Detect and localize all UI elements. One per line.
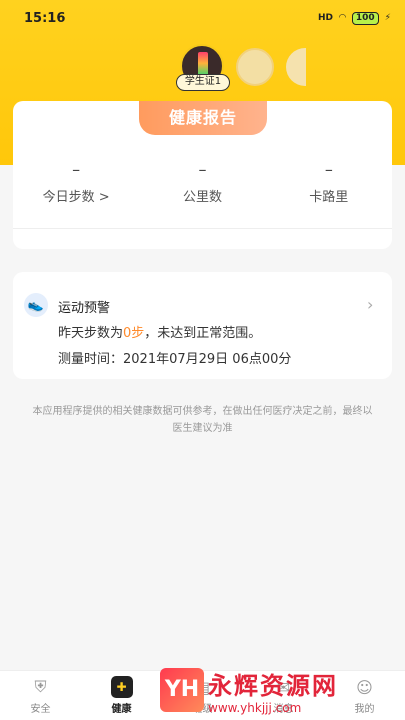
steps-value: – bbox=[72, 160, 81, 179]
metric-values: – – – bbox=[13, 160, 392, 179]
shield-icon: ⛨ bbox=[34, 677, 47, 696]
battery-icon: 100 bbox=[351, 11, 379, 25]
shoe-icon: 👟 bbox=[24, 293, 48, 317]
health-report-title: 健康报告 bbox=[139, 101, 267, 135]
signal-icon: HD bbox=[317, 13, 333, 23]
step-count-highlight: 0步 bbox=[123, 326, 145, 341]
nav-item-class[interactable]: ▤ 班级 bbox=[162, 676, 243, 716]
alert-message-prefix: 昨天步数为 bbox=[58, 326, 124, 341]
profile-icon: ☺ bbox=[356, 677, 373, 697]
status-icons: HD ◠ 100 ⚡ bbox=[317, 11, 391, 25]
calorie-value: – bbox=[324, 160, 333, 179]
chevron-right-icon[interactable]: › bbox=[367, 295, 373, 314]
bottom-nav: ⛨ 安全 ✚ 健康 ▤ 班级 ✉ 消息 ☺ 我的 bbox=[0, 670, 405, 720]
km-label: 公里数 bbox=[182, 190, 222, 205]
calorie-label: 卡路里 bbox=[309, 190, 349, 205]
divider bbox=[13, 228, 392, 229]
km-value: – bbox=[198, 160, 207, 179]
nav-label: 班级 bbox=[192, 704, 213, 715]
nav-label: 消息 bbox=[273, 704, 294, 715]
nav-label: 健康 bbox=[111, 704, 132, 715]
metric-labels: 今日步数 > 公里数 卡路里 bbox=[13, 186, 392, 205]
alert-message-suffix: ，未达到正常范围。 bbox=[144, 326, 262, 341]
status-bar: 15:16 HD ◠ 100 ⚡ bbox=[0, 0, 405, 36]
profile-switcher: 学生证1 bbox=[0, 44, 405, 94]
nav-label: 我的 bbox=[354, 704, 375, 715]
measure-time: 测量时间：2021年07月29日 06点00分 bbox=[58, 352, 292, 367]
alert-title: 运动预警 bbox=[58, 301, 111, 316]
steps-label[interactable]: 今日步数 > bbox=[26, 186, 126, 205]
avatar-tertiary[interactable] bbox=[286, 48, 306, 86]
class-icon: ▤ bbox=[194, 677, 211, 697]
wifi-icon: ◠ bbox=[338, 13, 346, 23]
nav-item-health[interactable]: ✚ 健康 bbox=[81, 676, 162, 715]
medical-kit-icon: ✚ bbox=[110, 676, 133, 698]
avatar-secondary[interactable] bbox=[236, 48, 274, 86]
nav-item-message[interactable]: ✉ 消息 bbox=[243, 676, 324, 716]
nav-item-profile[interactable]: ☺ 我的 bbox=[324, 676, 405, 716]
charging-icon: ⚡ bbox=[384, 13, 391, 23]
disclaimer-text: 本应用程序提供的相关健康数据可供参考，在做出任何医疗决定之前，最终以医生建议为准 bbox=[32, 406, 373, 434]
nav-label: 安全 bbox=[30, 704, 51, 715]
profile-badge[interactable]: 学生证1 bbox=[176, 74, 230, 91]
message-icon: ✉ bbox=[276, 677, 291, 697]
nav-item-safety[interactable]: ⛨ 安全 bbox=[0, 676, 81, 715]
alert-message: 昨天步数为0步，未达到正常范围。 bbox=[58, 322, 261, 341]
status-time: 15:16 bbox=[24, 10, 66, 26]
